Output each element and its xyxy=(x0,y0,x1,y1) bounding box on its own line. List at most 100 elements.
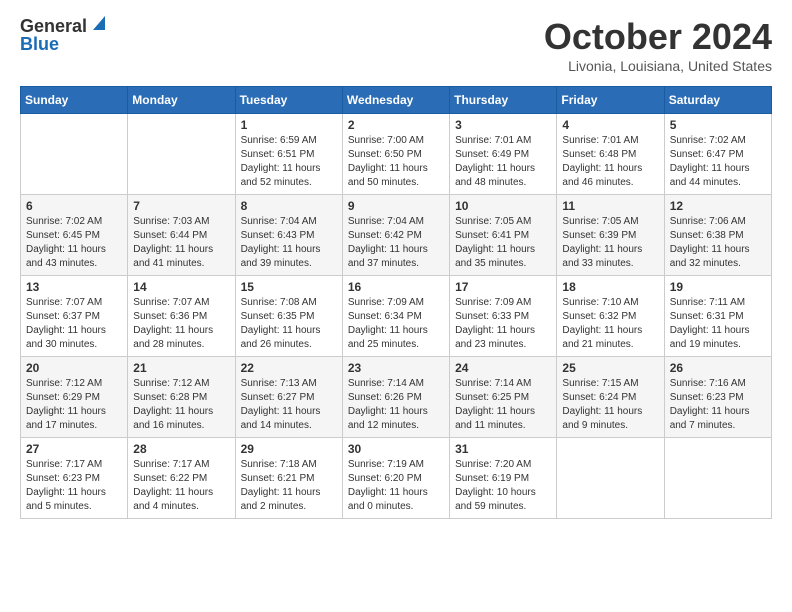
day-number: 30 xyxy=(348,442,444,456)
day-number: 13 xyxy=(26,280,122,294)
day-info: Sunrise: 7:16 AM Sunset: 6:23 PM Dayligh… xyxy=(670,377,766,433)
day-cell-14: 14 Sunrise: 7:07 AM Sunset: 6:36 PM Dayli… xyxy=(128,276,235,357)
day-number: 19 xyxy=(670,280,766,294)
day-cell-8: 8 Sunrise: 7:04 AM Sunset: 6:43 PM Daylig… xyxy=(235,195,342,276)
day-number: 9 xyxy=(348,199,444,213)
day-cell-9: 9 Sunrise: 7:04 AM Sunset: 6:42 PM Daylig… xyxy=(342,195,449,276)
day-number: 2 xyxy=(348,118,444,132)
weekday-header-row: SundayMondayTuesdayWednesdayThursdayFrid… xyxy=(21,87,772,114)
week-row-4: 20 Sunrise: 7:12 AM Sunset: 6:29 PM Dayli… xyxy=(21,357,772,438)
calendar-table: SundayMondayTuesdayWednesdayThursdayFrid… xyxy=(20,86,772,519)
day-number: 12 xyxy=(670,199,766,213)
day-cell-1: 1Sunrise: 6:59 AM Sunset: 6:51 PM Daylig… xyxy=(235,114,342,195)
location: Livonia, Louisiana, United States xyxy=(544,58,772,74)
day-number: 17 xyxy=(455,280,551,294)
day-cell-24: 24 Sunrise: 7:14 AM Sunset: 6:25 PM Dayli… xyxy=(450,357,557,438)
day-number: 5 xyxy=(670,118,766,132)
day-cell-29: 29 Sunrise: 7:18 AM Sunset: 6:21 PM Dayli… xyxy=(235,438,342,519)
day-cell-2: 2 Sunrise: 7:00 AM Sunset: 6:50 PM Daylig… xyxy=(342,114,449,195)
day-number: 28 xyxy=(133,442,229,456)
day-info: Sunrise: 7:07 AM Sunset: 6:37 PM Dayligh… xyxy=(26,296,122,352)
day-number: 22 xyxy=(241,361,337,375)
day-cell-7: 7Sunrise: 7:03 AM Sunset: 6:44 PM Daylig… xyxy=(128,195,235,276)
day-info: Sunrise: 7:17 AM Sunset: 6:23 PM Dayligh… xyxy=(26,458,122,514)
day-info: Sunrise: 7:19 AM Sunset: 6:20 PM Dayligh… xyxy=(348,458,444,514)
day-number: 1 xyxy=(241,118,337,132)
day-number: 6 xyxy=(26,199,122,213)
day-cell-16: 16Sunrise: 7:09 AM Sunset: 6:34 PM Dayli… xyxy=(342,276,449,357)
day-info: Sunrise: 7:05 AM Sunset: 6:41 PM Dayligh… xyxy=(455,215,551,271)
day-cell-27: 27 Sunrise: 7:17 AM Sunset: 6:23 PM Dayli… xyxy=(21,438,128,519)
day-number: 20 xyxy=(26,361,122,375)
week-row-1: 1Sunrise: 6:59 AM Sunset: 6:51 PM Daylig… xyxy=(21,114,772,195)
day-number: 14 xyxy=(133,280,229,294)
day-info: Sunrise: 7:18 AM Sunset: 6:21 PM Dayligh… xyxy=(241,458,337,514)
weekday-header-tuesday: Tuesday xyxy=(235,87,342,114)
day-info: Sunrise: 7:10 AM Sunset: 6:32 PM Dayligh… xyxy=(562,296,658,352)
day-cell-15: 15 Sunrise: 7:08 AM Sunset: 6:35 PM Dayli… xyxy=(235,276,342,357)
day-info: Sunrise: 7:04 AM Sunset: 6:43 PM Dayligh… xyxy=(241,215,337,271)
day-info: Sunrise: 7:05 AM Sunset: 6:39 PM Dayligh… xyxy=(562,215,658,271)
title-area: October 2024 Livonia, Louisiana, United … xyxy=(544,16,772,74)
day-info: Sunrise: 7:11 AM Sunset: 6:31 PM Dayligh… xyxy=(670,296,766,352)
day-cell-28: 28Sunrise: 7:17 AM Sunset: 6:22 PM Dayli… xyxy=(128,438,235,519)
weekday-header-monday: Monday xyxy=(128,87,235,114)
day-cell-12: 12 Sunrise: 7:06 AM Sunset: 6:38 PM Dayli… xyxy=(664,195,771,276)
weekday-header-friday: Friday xyxy=(557,87,664,114)
day-cell-20: 20 Sunrise: 7:12 AM Sunset: 6:29 PM Dayli… xyxy=(21,357,128,438)
day-cell-19: 19 Sunrise: 7:11 AM Sunset: 6:31 PM Dayli… xyxy=(664,276,771,357)
day-cell-18: 18 Sunrise: 7:10 AM Sunset: 6:32 PM Dayli… xyxy=(557,276,664,357)
day-info: Sunrise: 7:01 AM Sunset: 6:48 PM Dayligh… xyxy=(562,134,658,190)
weekday-header-thursday: Thursday xyxy=(450,87,557,114)
day-cell-3: 3 Sunrise: 7:01 AM Sunset: 6:49 PM Daylig… xyxy=(450,114,557,195)
day-number: 15 xyxy=(241,280,337,294)
day-number: 26 xyxy=(670,361,766,375)
weekday-header-saturday: Saturday xyxy=(664,87,771,114)
month-title: October 2024 xyxy=(544,16,772,58)
weekday-header-wednesday: Wednesday xyxy=(342,87,449,114)
day-number: 29 xyxy=(241,442,337,456)
day-info: Sunrise: 7:00 AM Sunset: 6:50 PM Dayligh… xyxy=(348,134,444,190)
day-cell-31: 31 Sunrise: 7:20 AM Sunset: 6:19 PM Dayli… xyxy=(450,438,557,519)
day-number: 7 xyxy=(133,199,229,213)
day-info: Sunrise: 7:12 AM Sunset: 6:29 PM Dayligh… xyxy=(26,377,122,433)
day-number: 8 xyxy=(241,199,337,213)
day-cell-30: 30 Sunrise: 7:19 AM Sunset: 6:20 PM Dayli… xyxy=(342,438,449,519)
day-number: 21 xyxy=(133,361,229,375)
week-row-3: 13 Sunrise: 7:07 AM Sunset: 6:37 PM Dayli… xyxy=(21,276,772,357)
day-info: Sunrise: 7:14 AM Sunset: 6:26 PM Dayligh… xyxy=(348,377,444,433)
logo: General Blue xyxy=(20,16,105,53)
logo-general: General xyxy=(20,17,87,35)
day-number: 24 xyxy=(455,361,551,375)
day-cell-6: 6Sunrise: 7:02 AM Sunset: 6:45 PM Daylig… xyxy=(21,195,128,276)
logo-blue: Blue xyxy=(20,35,59,53)
day-number: 31 xyxy=(455,442,551,456)
day-number: 3 xyxy=(455,118,551,132)
empty-cell xyxy=(21,114,128,195)
day-info: Sunrise: 7:20 AM Sunset: 6:19 PM Dayligh… xyxy=(455,458,551,514)
day-cell-25: 25Sunrise: 7:15 AM Sunset: 6:24 PM Dayli… xyxy=(557,357,664,438)
empty-cell xyxy=(128,114,235,195)
day-info: Sunrise: 7:07 AM Sunset: 6:36 PM Dayligh… xyxy=(133,296,229,352)
weekday-header-sunday: Sunday xyxy=(21,87,128,114)
day-info: Sunrise: 7:14 AM Sunset: 6:25 PM Dayligh… xyxy=(455,377,551,433)
day-number: 10 xyxy=(455,199,551,213)
day-cell-21: 21Sunrise: 7:12 AM Sunset: 6:28 PM Dayli… xyxy=(128,357,235,438)
day-cell-22: 22Sunrise: 7:13 AM Sunset: 6:27 PM Dayli… xyxy=(235,357,342,438)
day-number: 11 xyxy=(562,199,658,213)
day-info: Sunrise: 7:09 AM Sunset: 6:33 PM Dayligh… xyxy=(455,296,551,352)
day-info: Sunrise: 7:08 AM Sunset: 6:35 PM Dayligh… xyxy=(241,296,337,352)
day-number: 27 xyxy=(26,442,122,456)
day-info: Sunrise: 7:09 AM Sunset: 6:34 PM Dayligh… xyxy=(348,296,444,352)
week-row-2: 6Sunrise: 7:02 AM Sunset: 6:45 PM Daylig… xyxy=(21,195,772,276)
day-info: Sunrise: 7:04 AM Sunset: 6:42 PM Dayligh… xyxy=(348,215,444,271)
day-cell-5: 5 Sunrise: 7:02 AM Sunset: 6:47 PM Daylig… xyxy=(664,114,771,195)
day-cell-10: 10 Sunrise: 7:05 AM Sunset: 6:41 PM Dayli… xyxy=(450,195,557,276)
day-number: 25 xyxy=(562,361,658,375)
day-info: Sunrise: 7:02 AM Sunset: 6:47 PM Dayligh… xyxy=(670,134,766,190)
header: General Blue October 2024 Livonia, Louis… xyxy=(20,16,772,74)
day-number: 18 xyxy=(562,280,658,294)
day-info: Sunrise: 7:06 AM Sunset: 6:38 PM Dayligh… xyxy=(670,215,766,271)
day-info: Sunrise: 7:01 AM Sunset: 6:49 PM Dayligh… xyxy=(455,134,551,190)
day-number: 23 xyxy=(348,361,444,375)
